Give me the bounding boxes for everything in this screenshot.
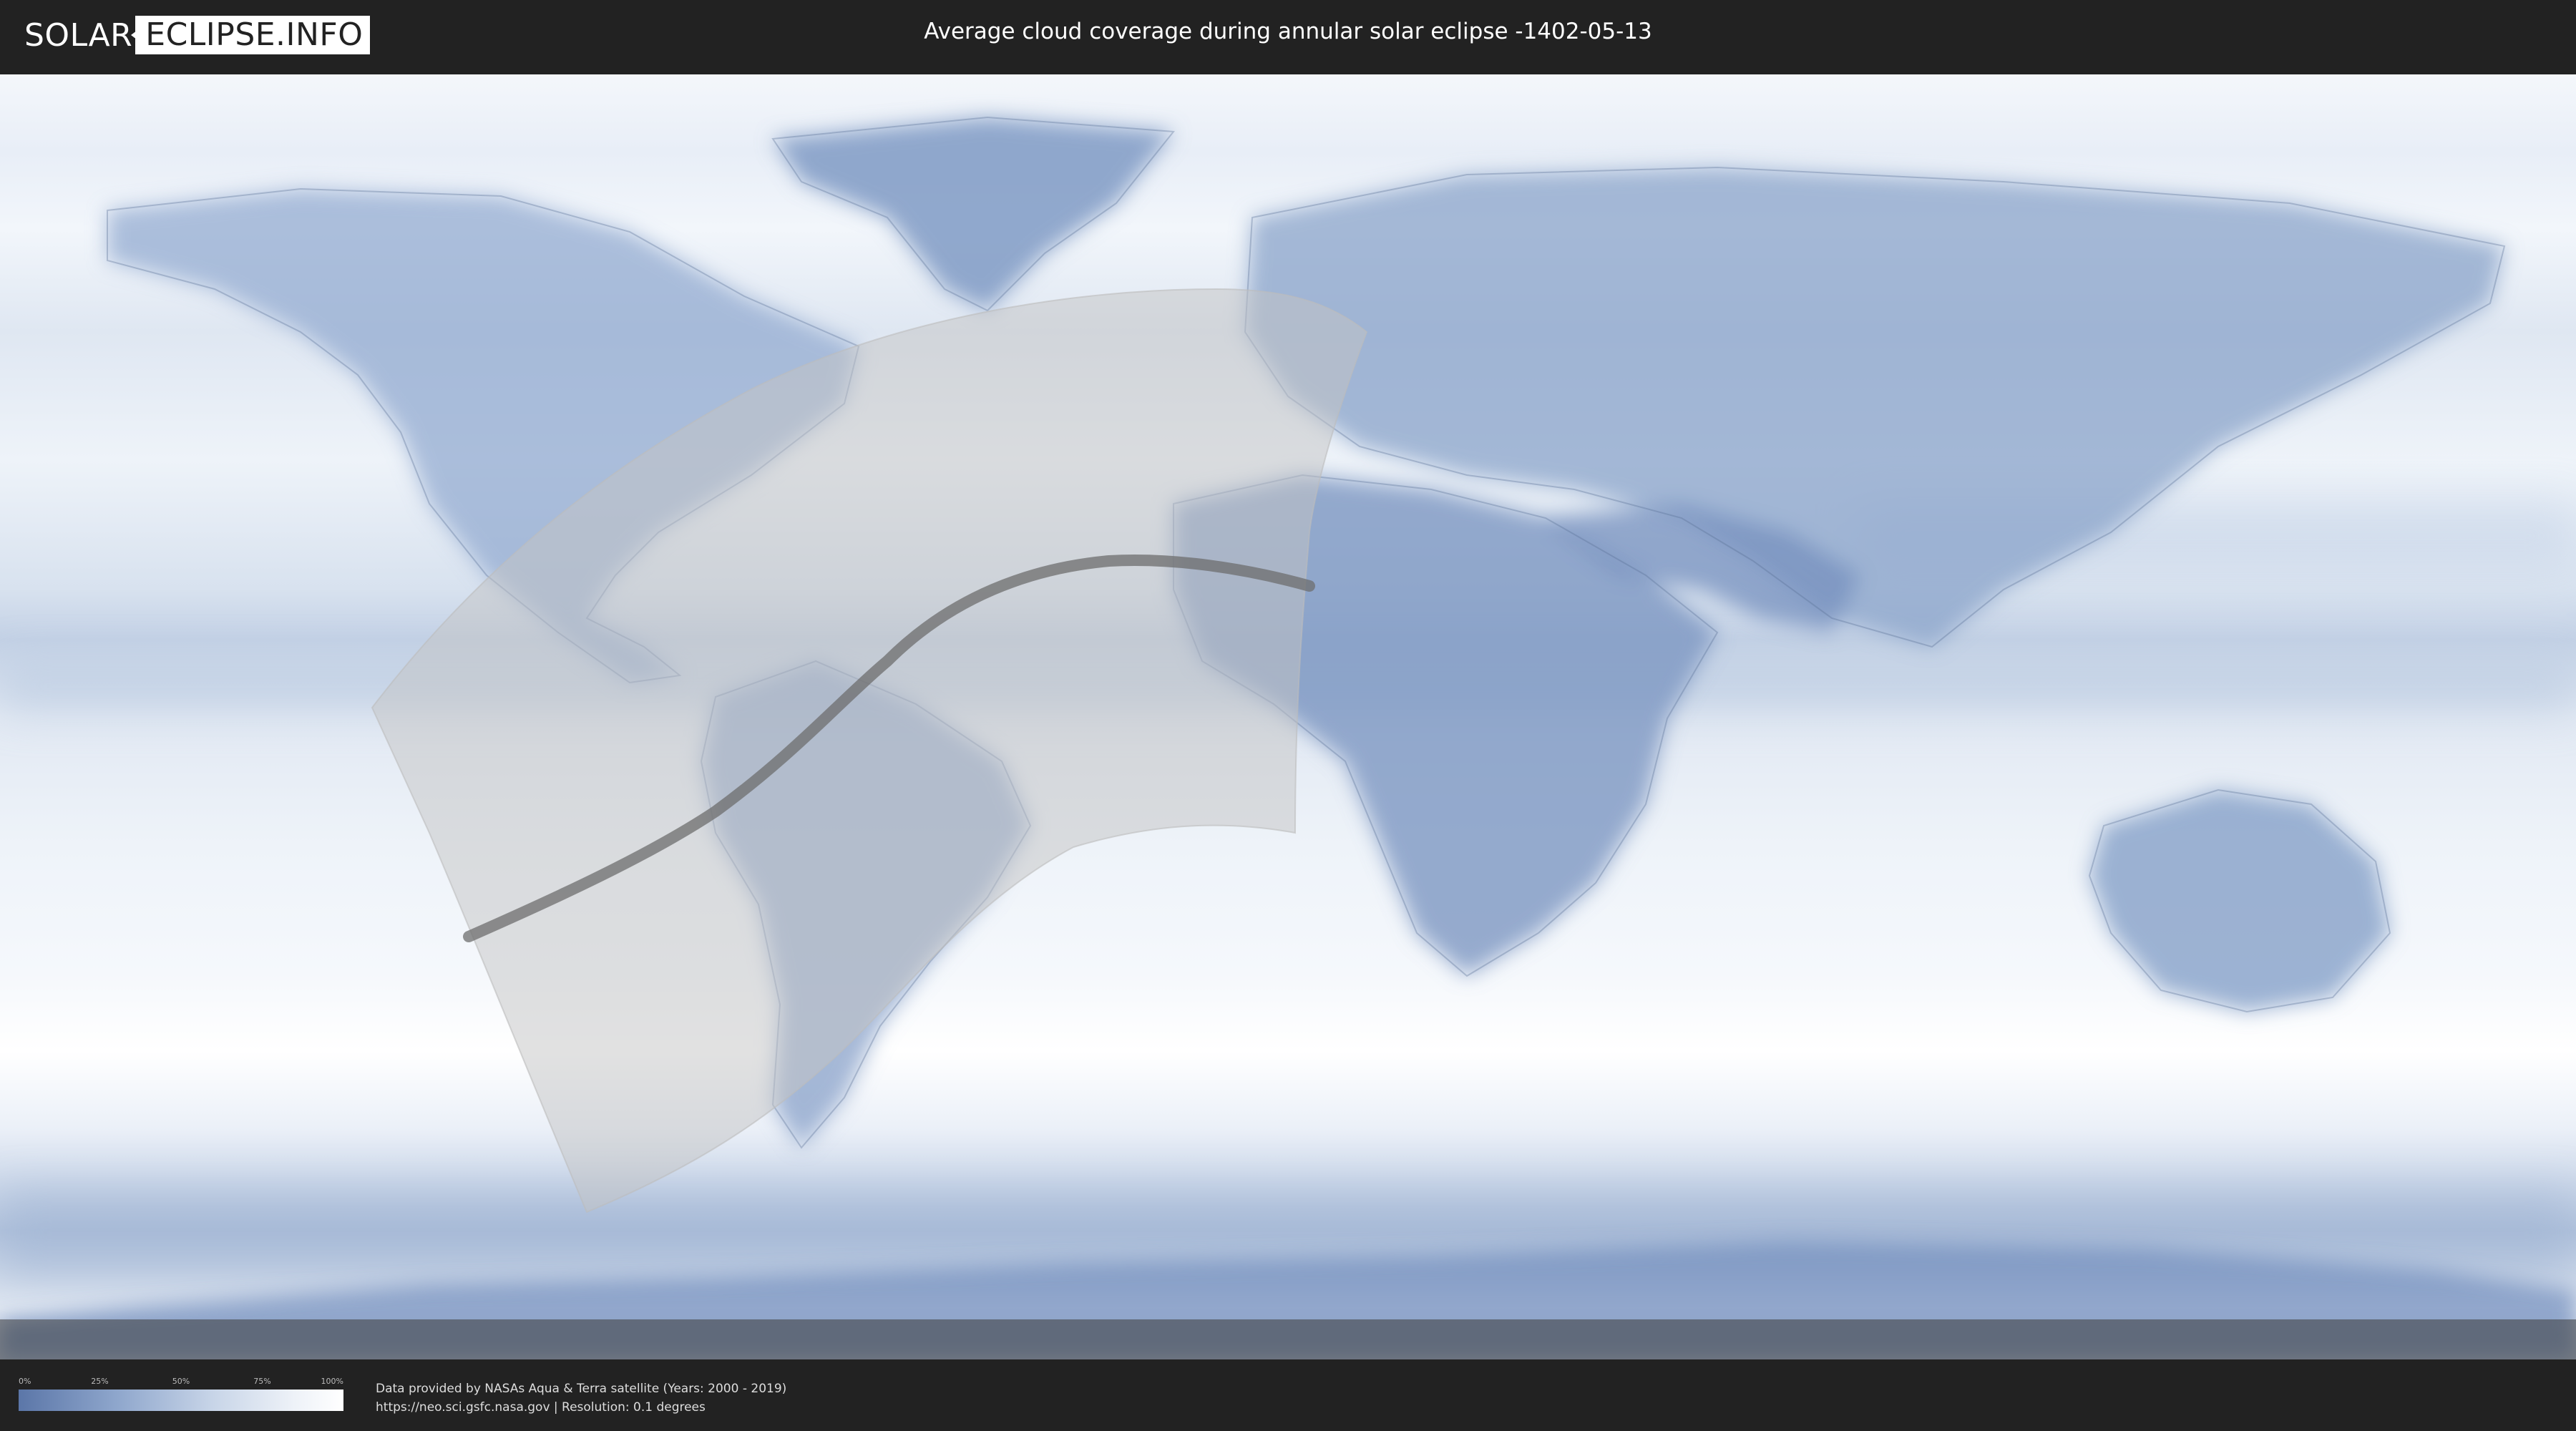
credit-line-2[interactable]: https://neo.sci.gsfc.nasa.gov | Resoluti…	[376, 1398, 786, 1417]
page-title: Average cloud coverage during annular so…	[924, 19, 1652, 44]
map-bottom-shade	[0, 1319, 2576, 1359]
cloud-coverage-map[interactable]	[0, 74, 2576, 1359]
legend-tick-100: 100%	[321, 1377, 343, 1386]
legend-color-bar	[19, 1390, 343, 1411]
cloud-legend: 0% 25% 50% 75% 100%	[19, 1377, 343, 1414]
legend-tick-75: 75%	[253, 1377, 271, 1386]
map-svg	[0, 74, 2576, 1359]
credit-line-1: Data provided by NASAs Aqua & Terra sate…	[376, 1382, 787, 1396]
data-credit: Data provided by NASAs Aqua & Terra sate…	[376, 1379, 786, 1417]
legend-tick-25: 25%	[91, 1377, 109, 1386]
legend-tick-0: 0%	[19, 1377, 31, 1386]
legend-tick-50: 50%	[172, 1377, 190, 1386]
legend-ticks: 0% 25% 50% 75% 100%	[19, 1377, 343, 1387]
